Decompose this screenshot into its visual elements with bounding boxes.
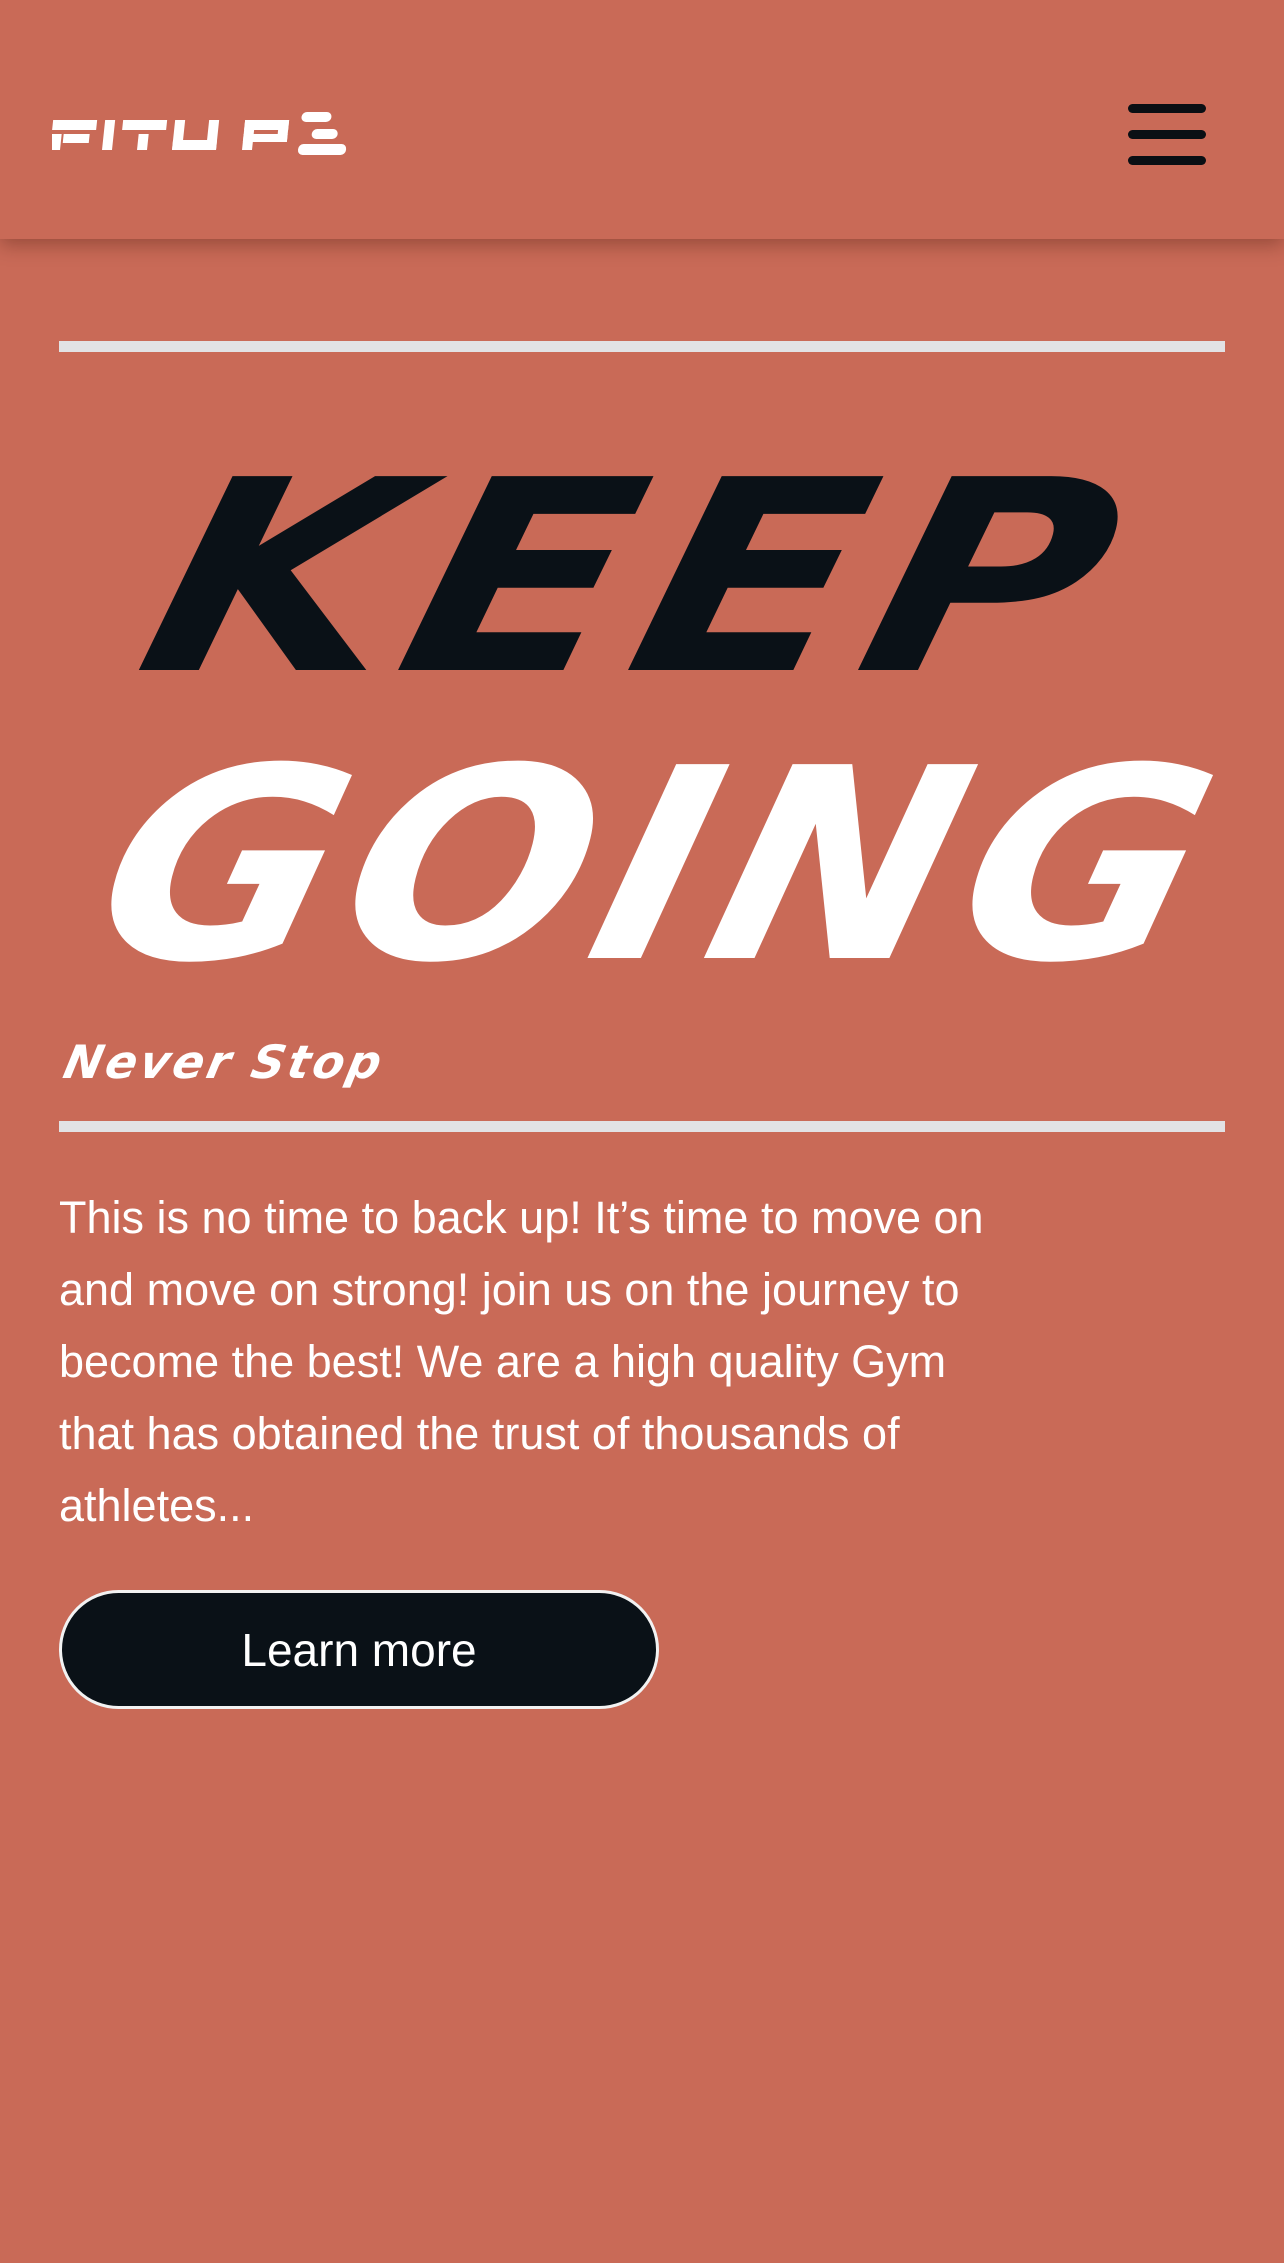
menu-button[interactable]	[1124, 100, 1210, 170]
brand-logo[interactable]: FITU PZ	[50, 112, 353, 158]
learn-more-button[interactable]: Learn more	[59, 1590, 659, 1709]
headline-line-1: KEEP	[116, 448, 1158, 733]
divider-bottom	[59, 1121, 1225, 1132]
headline-line-2: GOING	[70, 711, 1250, 988]
hero-headline: .hl { font-family: "DejaVu Sans", sans-s…	[40, 448, 1250, 988]
site-header: FITU PZ	[0, 0, 1284, 239]
hero-subheading: Never Stop	[59, 1035, 390, 1089]
hero-description: This is no time to back up! It’s time to…	[59, 1192, 984, 1531]
logo-text: FITU PZ	[352, 112, 353, 113]
logo-wordmark	[50, 112, 347, 155]
divider-top	[59, 341, 1225, 352]
